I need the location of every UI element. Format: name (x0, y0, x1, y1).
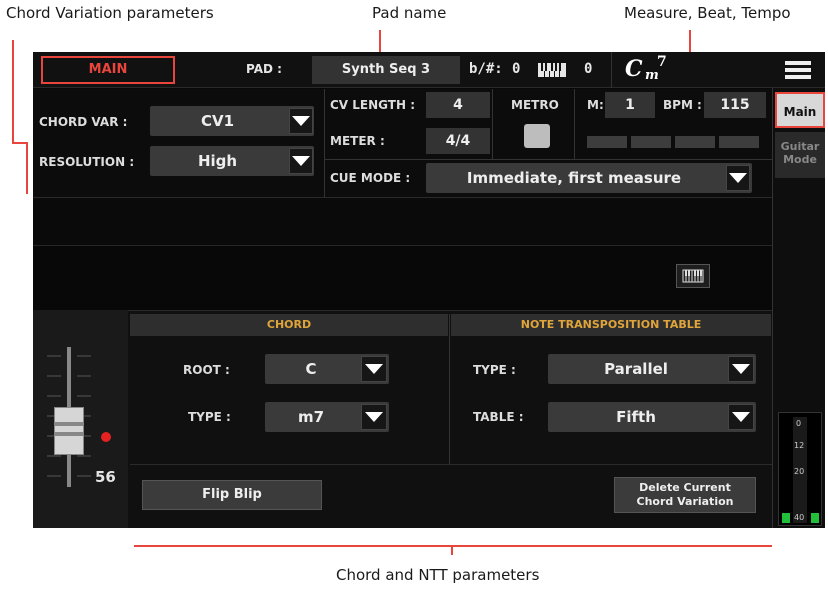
level-meter: 0 12 20 40 (778, 412, 822, 526)
keyboard-view-button[interactable] (676, 264, 710, 288)
menu-icon[interactable] (785, 61, 811, 79)
nav-guitar-line2: Mode (783, 153, 817, 166)
chord-root: C (625, 56, 643, 82)
fader-value: 56 (95, 468, 116, 486)
bpm-label: BPM : (663, 98, 702, 112)
pad-label: PAD : (246, 62, 282, 76)
chord-ntt-separator (449, 314, 450, 464)
chord-type-value: m7 (297, 408, 325, 426)
delete-chord-variation-button[interactable]: Delete Current Chord Variation (614, 477, 756, 513)
cv-length-field[interactable]: 4 (426, 92, 490, 118)
topbar-divider (611, 52, 612, 88)
metro-toggle[interactable] (524, 124, 550, 148)
callout-line-cv-vertical (12, 40, 14, 144)
chord-section-title: CHORD (130, 314, 448, 336)
measure-field: 1 (605, 92, 655, 118)
meter-tick-20: 20 (794, 467, 805, 476)
chord-var-label: CHORD VAR : (39, 115, 128, 129)
resolution-dropdown[interactable]: High (150, 146, 314, 176)
cue-mode-label: CUE MODE : (330, 171, 411, 185)
ntt-table-dropdown[interactable]: Fifth (548, 402, 756, 432)
meter-tick-40: 40 (794, 513, 805, 522)
ntt-table-arrow-icon[interactable] (728, 404, 754, 430)
device-screen: MAIN PAD : Synth Seq 3 b/#: 0 0 C m 7 CH… (33, 52, 825, 528)
ntt-type-value: Parallel (604, 360, 668, 378)
callout-line-bottom-tick (451, 545, 453, 555)
nav-guitar-mode-tab[interactable]: Guitar Mode (775, 132, 825, 178)
flip-blip-button[interactable]: Flip Blip (142, 480, 322, 510)
meter-tick-0: 0 (796, 419, 802, 428)
ntt-type-label: TYPE : (473, 363, 516, 377)
meter-field[interactable]: 4/4 (426, 128, 490, 154)
chord-type-dropdown[interactable]: m7 (265, 402, 389, 432)
empty-area (33, 198, 772, 246)
callout-line-cv-bracket (26, 142, 28, 194)
ntt-table-value: Fifth (616, 408, 656, 426)
root-arrow-icon[interactable] (361, 356, 387, 382)
chord-var-dropdown[interactable]: CV1 (150, 106, 314, 136)
delete-button-line2: Chord Variation (636, 495, 734, 508)
cv-separator-3 (574, 89, 575, 159)
ntt-type-dropdown[interactable]: Parallel (548, 354, 756, 384)
callout-chord-variation-parameters: Chord Variation parameters (6, 4, 214, 22)
nav-main-tab[interactable]: Main (775, 92, 825, 128)
root-label: ROOT : (183, 363, 230, 377)
cue-mode-row (324, 159, 772, 160)
callout-chord-ntt-parameters: Chord and NTT parameters (336, 566, 540, 584)
meter-label: METER : (330, 134, 385, 148)
fader-knob[interactable] (54, 407, 84, 455)
meter-tick-12: 12 (794, 441, 805, 450)
keyboard-icon (538, 62, 566, 77)
measure-label: M: (587, 98, 604, 112)
chord-quality: m (645, 68, 659, 83)
resolution-value: High (197, 152, 238, 170)
root-value: C (305, 360, 317, 378)
chord-type-arrow-icon[interactable] (361, 404, 387, 430)
fader-led (101, 432, 111, 442)
bpm-field[interactable]: 115 (704, 92, 766, 118)
cv-separator-1 (324, 89, 325, 197)
keyboard-value: 0 (584, 61, 593, 77)
cue-mode-value: Immediate, first measure (466, 169, 682, 187)
beat-indicator-4 (719, 136, 759, 148)
ntt-section-title: NOTE TRANSPOSITION TABLE (451, 314, 771, 336)
right-nav: Main Guitar Mode 0 12 20 40 (772, 88, 825, 528)
chord-type-label: TYPE : (188, 410, 231, 424)
ntt-type-arrow-icon[interactable] (728, 356, 754, 382)
beat-indicator-3 (675, 136, 715, 148)
pad-name-field[interactable]: Synth Seq 3 (312, 56, 460, 84)
keyboard-view-icon (682, 269, 704, 283)
nav-guitar-line1: Guitar (780, 140, 820, 153)
resolution-arrow-icon[interactable] (289, 148, 313, 174)
beat-indicator-1 (587, 136, 627, 148)
cv-separator-2 (492, 89, 493, 159)
transpose-value: 0 (512, 61, 521, 77)
cv-length-label: CV LENGTH : (330, 98, 416, 112)
callout-line-bottom (134, 545, 772, 547)
bottom-divider (130, 464, 772, 465)
metro-label: METRO (511, 98, 559, 112)
resolution-label: RESOLUTION : (39, 155, 135, 169)
level-meter-left-bar (782, 513, 790, 523)
root-dropdown[interactable]: C (265, 354, 389, 384)
beat-indicator-2 (631, 136, 671, 148)
main-tab[interactable]: MAIN (41, 56, 175, 84)
delete-button-line1: Delete Current (639, 481, 731, 494)
chord-extension: 7 (657, 54, 667, 70)
chord-var-arrow-icon[interactable] (289, 108, 313, 134)
transpose-label: b/#: (469, 61, 503, 77)
cue-mode-arrow-icon[interactable] (726, 165, 750, 191)
callout-measure-beat-tempo: Measure, Beat, Tempo (624, 4, 791, 22)
chord-var-value: CV1 (200, 112, 235, 130)
callout-pad-name: Pad name (372, 4, 447, 22)
top-bar: MAIN PAD : Synth Seq 3 b/#: 0 0 C m 7 (33, 52, 825, 88)
chord-display: C m 7 (625, 54, 685, 86)
cue-mode-dropdown[interactable]: Immediate, first measure (426, 163, 752, 193)
ntt-table-label: TABLE : (473, 410, 524, 424)
level-meter-right-bar (811, 513, 819, 523)
